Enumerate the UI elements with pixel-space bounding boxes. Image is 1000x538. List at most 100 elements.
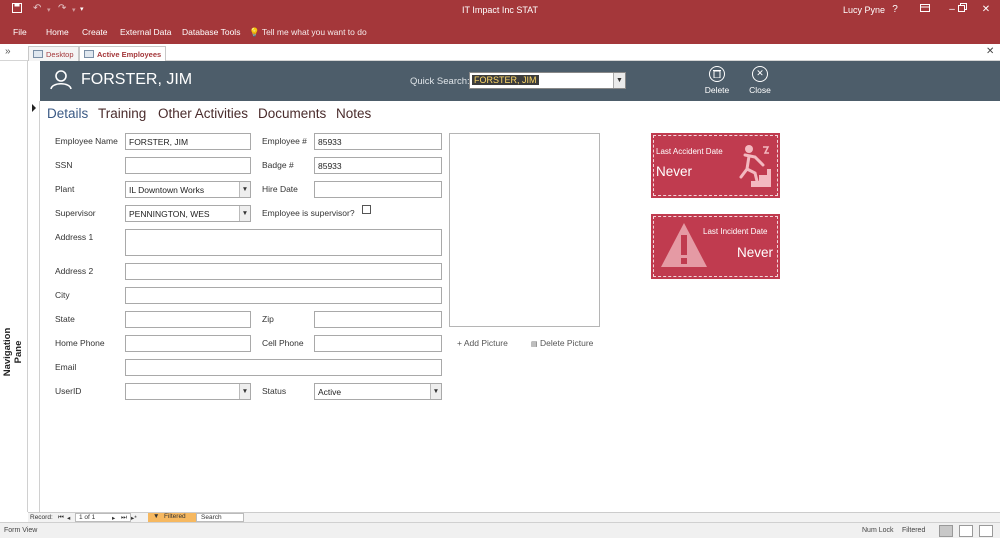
filter-toggle[interactable]: ▼ Filtered <box>148 513 196 522</box>
employee-number-field[interactable]: 85933 <box>314 133 442 150</box>
delete-picture-label: Delete Picture <box>540 338 594 348</box>
address1-label: Address 1 <box>55 232 94 242</box>
subtab-training[interactable]: Training <box>98 106 146 121</box>
last-incident-value: Never <box>737 245 774 260</box>
plant-label: Plant <box>55 184 75 194</box>
layout-view-icon[interactable] <box>979 525 993 537</box>
tab-desktop-label: Desktop <box>46 50 74 59</box>
next-record-icon[interactable]: ▸ <box>112 514 115 522</box>
userid-label: UserID <box>55 386 82 396</box>
filtered-indicator: Filtered <box>902 527 926 534</box>
quick-search-combo[interactable]: FORSTER, JIM ▼ <box>469 72 626 89</box>
first-record-icon[interactable]: ⏮ <box>58 514 64 522</box>
datasheet-view-icon[interactable] <box>959 525 973 537</box>
tell-me-box[interactable]: 💡 Tell me what you want to do <box>249 27 367 38</box>
close-icon: ✕ <box>752 66 768 82</box>
title-bar: ↶ ▾ ↷ ▾ ▾ IT Impact Inc STAT Lucy Pyne ?… <box>0 0 1000 20</box>
falling-person-icon <box>737 143 771 189</box>
record-selector[interactable] <box>28 101 40 512</box>
close-document-icon[interactable]: ✕ <box>986 46 994 57</box>
plus-icon: + <box>457 338 462 348</box>
chevron-down-icon[interactable]: ▼ <box>239 182 250 197</box>
ribbon-tab-external-data[interactable]: External Data <box>120 27 172 37</box>
cell-phone-field[interactable] <box>314 335 442 352</box>
plant-combo[interactable]: IL Downtown Works ▼ <box>125 181 251 198</box>
employee-name-field[interactable]: FORSTER, JIM <box>125 133 251 150</box>
chevron-down-icon[interactable]: ▼ <box>239 206 250 221</box>
ribbon-tab-file[interactable]: File <box>13 27 27 37</box>
subtab-documents[interactable]: Documents <box>258 106 326 121</box>
help-button[interactable]: ? <box>884 2 906 18</box>
zip-field[interactable] <box>314 311 442 328</box>
home-phone-label: Home Phone <box>55 338 105 348</box>
ribbon-tab-create[interactable]: Create <box>82 27 108 37</box>
email-label: Email <box>55 362 77 372</box>
close-label: Close <box>749 85 771 95</box>
tab-desktop[interactable]: Desktop <box>28 46 79 61</box>
expand-nav-pane-icon[interactable]: » <box>5 46 11 57</box>
ribbon-tab-home[interactable]: Home <box>46 27 69 37</box>
status-bar: Form View Num Lock Filtered <box>0 522 1000 538</box>
form-icon <box>84 50 94 58</box>
employee-name-label: Employee Name <box>55 136 118 146</box>
tab-active-employees-label: Active Employees <box>97 50 162 59</box>
last-accident-label: Last Accident Date <box>656 147 723 156</box>
delete-picture-button[interactable]: ▤ Delete Picture <box>531 338 593 348</box>
previous-record-icon[interactable]: ◂ <box>67 514 70 522</box>
city-field[interactable] <box>125 287 442 304</box>
ribbon-options-icon[interactable] <box>914 2 936 18</box>
supervisor-combo[interactable]: PENNINGTON, WES ▼ <box>125 205 251 222</box>
ribbon: File Home Create External Data Database … <box>0 20 1000 44</box>
hire-date-field[interactable] <box>314 181 442 198</box>
quick-search-value: FORSTER, JIM <box>472 75 539 85</box>
delete-button[interactable]: Delete <box>700 66 734 95</box>
chevron-down-icon[interactable]: ▼ <box>239 384 250 399</box>
is-supervisor-checkbox[interactable] <box>362 205 371 214</box>
document-tabs: Desktop Active Employees ✕ <box>0 44 1000 61</box>
ssn-label: SSN <box>55 160 73 170</box>
last-record-icon[interactable]: ⏭ <box>121 514 127 522</box>
new-record-icon[interactable]: ▸* <box>131 514 137 522</box>
search-label: Search <box>201 514 222 521</box>
supervisor-label: Supervisor <box>55 208 96 218</box>
employee-picture[interactable] <box>449 133 600 327</box>
status-value: Active <box>318 387 342 397</box>
email-field[interactable] <box>125 359 442 376</box>
badge-field[interactable]: 85933 <box>314 157 442 174</box>
current-record-icon <box>32 104 36 112</box>
userid-combo[interactable]: ▼ <box>125 383 251 400</box>
delete-label: Delete <box>704 85 730 95</box>
subtab-other-activities[interactable]: Other Activities <box>158 106 248 121</box>
status-label: Status <box>262 386 287 396</box>
record-search-box[interactable]: Search <box>196 513 244 522</box>
subtab-notes[interactable]: Notes <box>336 106 371 121</box>
hire-date-label: Hire Date <box>262 184 298 194</box>
ssn-field[interactable] <box>125 157 251 174</box>
address2-field[interactable] <box>125 263 442 280</box>
user-icon <box>50 70 72 92</box>
form-icon <box>33 50 43 58</box>
state-field[interactable] <box>125 311 251 328</box>
add-picture-label: Add Picture <box>463 338 508 348</box>
restore-icon[interactable] <box>951 2 973 18</box>
close-window-icon[interactable]: ✕ <box>975 2 997 18</box>
tell-me-text: Tell me what you want to do <box>261 27 367 37</box>
form-view-icon[interactable] <box>939 525 953 537</box>
chevron-down-icon[interactable]: ▼ <box>613 73 625 88</box>
close-button[interactable]: ✕ Close <box>743 66 777 95</box>
ribbon-tab-database-tools[interactable]: Database Tools <box>182 27 240 37</box>
user-name[interactable]: Lucy Pyne <box>843 5 885 15</box>
subtab-details[interactable]: Details <box>47 106 88 121</box>
record-position: 1 of 1 <box>79 514 96 521</box>
zip-label: Zip <box>262 314 274 324</box>
navigation-pane[interactable]: Navigation Pane <box>0 61 28 512</box>
chevron-down-icon[interactable]: ▼ <box>430 384 441 399</box>
last-incident-label: Last Incident Date <box>703 227 768 236</box>
home-phone-field[interactable] <box>125 335 251 352</box>
address1-field[interactable] <box>125 229 442 256</box>
record-navigation-bar: Record: ⏮ ◂ 1 of 1 ▸ ⏭ ▸* ▼ Filtered Sea… <box>28 512 1000 522</box>
tab-active-employees[interactable]: Active Employees <box>79 46 167 61</box>
status-combo[interactable]: Active ▼ <box>314 383 442 400</box>
add-picture-button[interactable]: + Add Picture <box>457 338 508 348</box>
supervisor-value: PENNINGTON, WES <box>129 209 210 219</box>
